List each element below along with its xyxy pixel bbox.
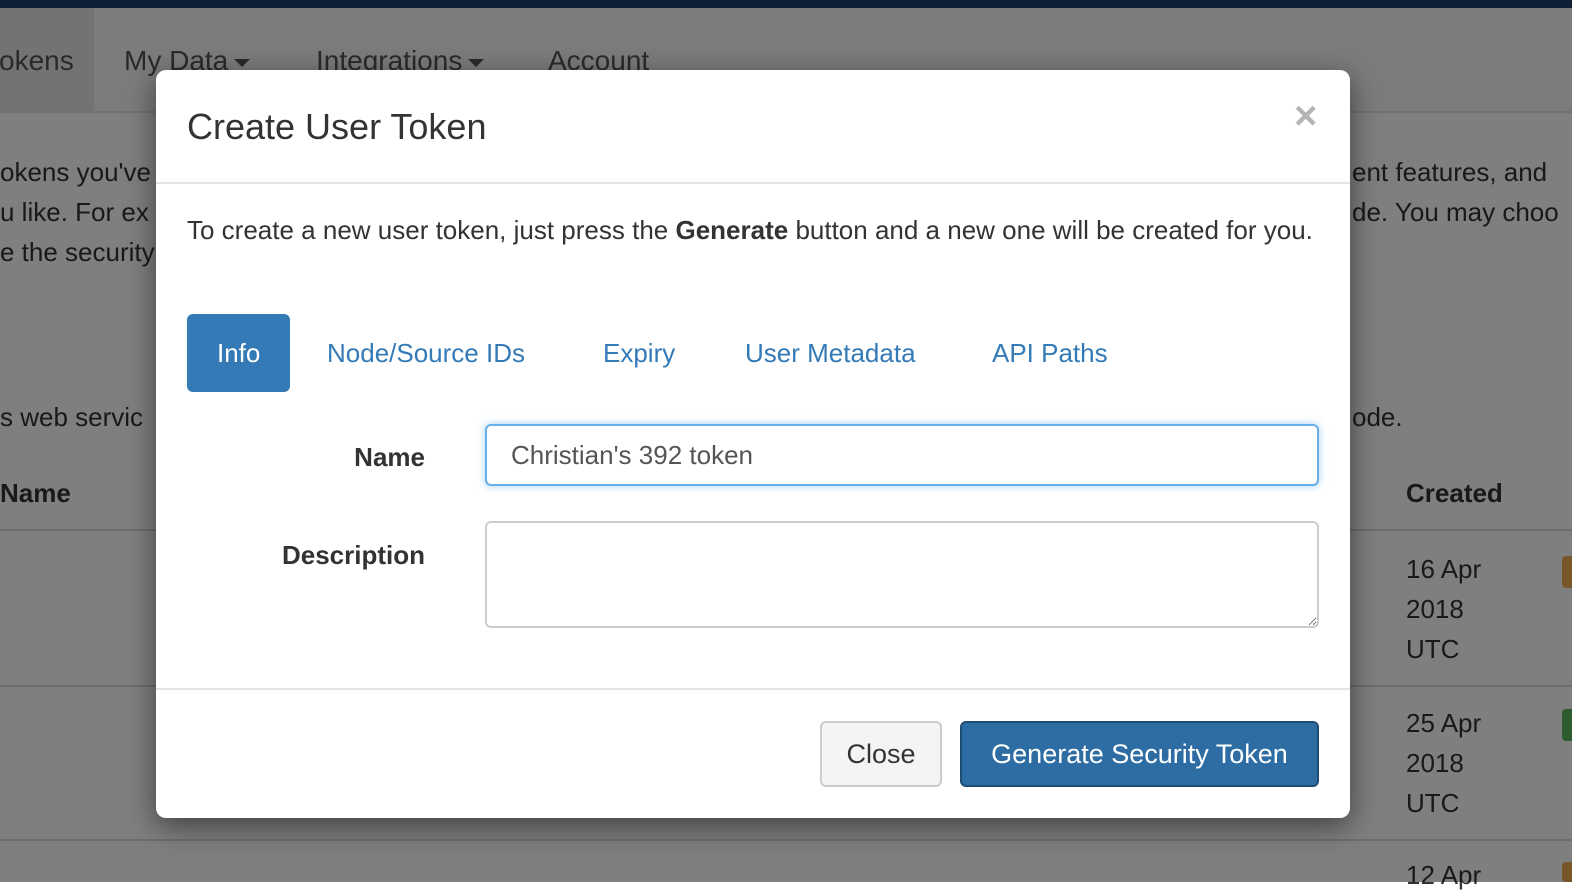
intro-emphasis: Generate xyxy=(675,215,789,245)
description-label: Description xyxy=(281,540,425,570)
name-field[interactable] xyxy=(485,424,1319,486)
description-field[interactable] xyxy=(485,521,1319,628)
tab-node-source-ids[interactable]: Node/Source IDs xyxy=(327,314,525,392)
close-icon[interactable]: × xyxy=(1294,96,1317,136)
intro-text: To create a new user token, just press t… xyxy=(187,215,676,245)
generate-token-button[interactable]: Generate Security Token xyxy=(960,721,1319,787)
modal-footer-divider xyxy=(156,688,1350,690)
modal-title: Create User Token xyxy=(187,106,487,147)
modal-intro: To create a new user token, just press t… xyxy=(187,210,1317,250)
name-label: Name xyxy=(354,442,425,472)
intro-text: button and a new one will be created for… xyxy=(788,215,1313,245)
create-token-modal: Create User Token × To create a new user… xyxy=(156,70,1350,818)
tab-api-paths[interactable]: API Paths xyxy=(992,314,1108,392)
modal-header-divider xyxy=(156,182,1350,184)
tab-expiry[interactable]: Expiry xyxy=(603,314,675,392)
close-button[interactable]: Close xyxy=(820,721,942,787)
tab-user-metadata[interactable]: User Metadata xyxy=(745,314,916,392)
tab-info[interactable]: Info xyxy=(187,314,291,392)
